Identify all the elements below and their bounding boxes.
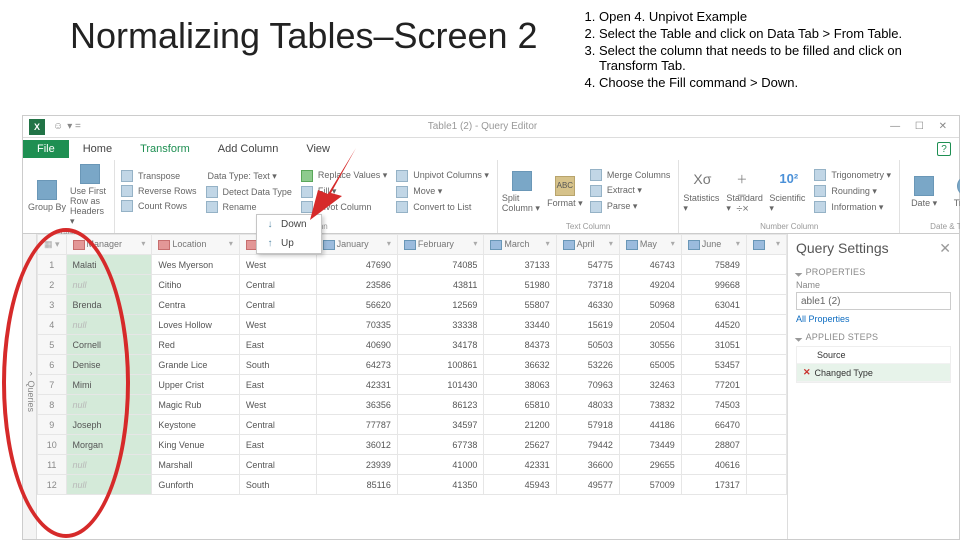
column-header[interactable]: March▾	[484, 235, 556, 255]
maximize-button[interactable]: ☐	[909, 121, 930, 132]
applied-step[interactable]: Source	[797, 347, 950, 364]
ribbon-group-table: Group By Use First Row as Headers ▾ Tabl…	[23, 160, 115, 233]
queries-rail[interactable]: › Queries	[23, 234, 37, 539]
column-header[interactable]: Manager▾	[66, 235, 152, 255]
properties-label: PROPERTIES	[796, 267, 951, 277]
slide-title: Normalizing Tables–Screen 2	[70, 15, 538, 56]
table-row[interactable]: 2nullCitihoCentral2358643811519807371849…	[38, 275, 787, 295]
scientific-button[interactable]: 10²Scientific ▾	[769, 169, 809, 214]
ribbon-tabs: File Home Transform Add Column View ?	[23, 138, 959, 160]
smiley-icon: ☺	[53, 121, 63, 132]
name-label: Name	[796, 280, 951, 290]
column-header[interactable]: May▾	[619, 235, 681, 255]
query-settings-panel: Query Settings ✕ PROPERTIES Name All Prop…	[787, 234, 959, 539]
query-editor-window: X ☺ ▾ = Table1 (2) - Query Editor — ☐ ✕ …	[22, 115, 960, 540]
column-header[interactable]: April▾	[556, 235, 619, 255]
applied-steps: Source✕Changed Type	[796, 346, 951, 383]
column-header[interactable]: June▾	[681, 235, 746, 255]
ribbon-group-datetime-column: Date ▾ Time ▾ Duration ▾ Date & Time Col…	[900, 160, 960, 233]
parse-button[interactable]: Parse ▾	[588, 199, 675, 214]
table-row[interactable]: 5CornellRedEast4069034178843735050330556…	[38, 335, 787, 355]
table-row[interactable]: 10MorganKing VenueEast360126773825627794…	[38, 435, 787, 455]
group-by-button[interactable]: Group By	[27, 178, 67, 212]
all-properties-link[interactable]: All Properties	[796, 314, 951, 324]
group-label: Number Column	[683, 220, 895, 231]
instructions: Open 4. Unpivot ExampleSelect the Table …	[575, 8, 930, 91]
extract-button[interactable]: Extract ▾	[588, 183, 675, 198]
convert-to-list-button[interactable]: Convert to List	[394, 200, 493, 214]
close-panel-button[interactable]: ✕	[939, 240, 951, 257]
close-button[interactable]: ✕	[933, 121, 953, 132]
table-row[interactable]: 1MalatiWes MyersonWest476907408537133547…	[38, 255, 787, 275]
fill-up-item[interactable]: ↑Up	[257, 234, 321, 253]
detect-type-button[interactable]: Detect Data Type	[204, 185, 296, 199]
table-row[interactable]: 4nullLoves HollowWest7033533338334401561…	[38, 315, 787, 335]
reverse-rows-button[interactable]: Reverse Rows	[119, 184, 201, 198]
ribbon-group-number-column: ΧσStatistics ▾ ＋－÷×Standard ▾ 10²Scienti…	[679, 160, 900, 233]
applied-steps-label: APPLIED STEPS	[796, 332, 951, 342]
table-row[interactable]: 9JosephKeystoneCentral777873459721200579…	[38, 415, 787, 435]
first-row-headers-button[interactable]: Use First Row as Headers ▾	[70, 162, 110, 227]
save-dropdown-icon[interactable]: ▾ =	[67, 121, 81, 132]
table-row[interactable]: 11nullMarshallCentral2393941000423313660…	[38, 455, 787, 475]
information-button[interactable]: Information ▾	[812, 200, 895, 215]
date-button[interactable]: Date ▾	[904, 174, 944, 209]
group-label: Text Column	[502, 220, 675, 231]
chevron-right-icon: ›	[30, 368, 33, 378]
table-row[interactable]: 7MimiUpper CristEast42331101430380637096…	[38, 375, 787, 395]
rename-button[interactable]: Rename	[204, 200, 296, 214]
ribbon-group-text-column: Split Column ▾ ABCFormat ▾ Merge Columns…	[498, 160, 680, 233]
tab-add-column[interactable]: Add Column	[204, 140, 293, 158]
column-header[interactable]: ▾	[746, 235, 786, 255]
rounding-button[interactable]: Rounding ▾	[812, 184, 895, 199]
standard-button[interactable]: ＋－÷×Standard ▾	[726, 169, 766, 214]
instruction-item: Select the column that needs to be fille…	[599, 42, 930, 74]
column-header[interactable]: Location▾	[152, 235, 240, 255]
move-button[interactable]: Move ▾	[394, 184, 493, 199]
help-button[interactable]: ?	[937, 142, 951, 156]
transpose-button[interactable]: Transpose	[119, 169, 201, 183]
titlebar: X ☺ ▾ = Table1 (2) - Query Editor — ☐ ✕	[23, 116, 959, 138]
table-row[interactable]: 3BrendaCentraCentral56620125695580746330…	[38, 295, 787, 315]
data-grid[interactable]: ▦ ▾Manager▾Location▾Region▾January▾Febru…	[37, 234, 787, 539]
table-row[interactable]: 8nullMagic RubWest3635686123658104803373…	[38, 395, 787, 415]
statistics-button[interactable]: ΧσStatistics ▾	[683, 169, 723, 214]
applied-step[interactable]: ✕Changed Type	[797, 364, 950, 382]
table-row[interactable]: 12nullGunforthSouth851164135045943495775…	[38, 475, 787, 495]
query-name-input[interactable]	[796, 292, 951, 310]
corner-header[interactable]: ▦ ▾	[38, 235, 67, 255]
column-header[interactable]: January▾	[316, 235, 397, 255]
tab-file[interactable]: File	[23, 140, 69, 158]
tab-home[interactable]: Home	[69, 140, 126, 158]
tab-transform[interactable]: Transform	[126, 140, 204, 158]
column-header[interactable]: February▾	[397, 235, 483, 255]
group-label: Date & Time Column	[904, 220, 960, 231]
count-rows-button[interactable]: Count Rows	[119, 199, 201, 213]
unpivot-columns-button[interactable]: Unpivot Columns ▾	[394, 168, 493, 183]
callout-arrow	[296, 148, 356, 223]
instruction-item: Open 4. Unpivot Example	[599, 8, 930, 25]
instruction-item: Choose the Fill command > Down.	[599, 74, 930, 91]
settings-title: Query Settings	[796, 240, 889, 257]
time-button[interactable]: Time ▾	[947, 174, 960, 209]
split-column-button[interactable]: Split Column ▾	[502, 169, 542, 214]
instruction-item: Select the Table and click on Data Tab >…	[599, 25, 930, 42]
table-row[interactable]: 6DeniseGrande LiceSouth64273100861366325…	[38, 355, 787, 375]
minimize-button[interactable]: —	[884, 121, 906, 132]
app-icon: X	[29, 119, 45, 135]
trigonometry-button[interactable]: Trigonometry ▾	[812, 168, 895, 183]
data-type-button[interactable]: Data Type: Text ▾	[204, 169, 296, 184]
format-button[interactable]: ABCFormat ▾	[545, 174, 585, 209]
merge-columns-button[interactable]: Merge Columns	[588, 168, 675, 182]
window-title: Table1 (2) - Query Editor	[81, 121, 884, 132]
ribbon: Group By Use First Row as Headers ▾ Tabl…	[23, 160, 959, 234]
